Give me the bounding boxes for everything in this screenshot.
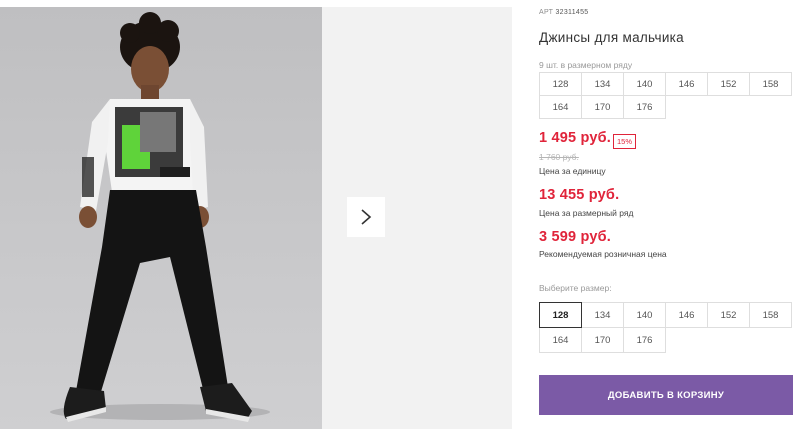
retail-price: 3 599 руб.: [539, 229, 612, 245]
size-range-cell: 176: [623, 95, 666, 119]
size-option[interactable]: 158: [749, 302, 792, 328]
product-title: Джинсы для мальчика: [539, 30, 684, 45]
size-range-row: 128 134 140 146 152 158: [539, 72, 797, 96]
size-range-cell: 134: [581, 72, 624, 96]
chevron-right-icon: [361, 209, 372, 225]
size-picker: 128 134 140 146 152 158 164 170 176: [539, 302, 797, 353]
article-number: АРТ 32311455: [539, 9, 588, 16]
size-picker-row: 128 134 140 146 152 158: [539, 302, 797, 328]
size-range-label: 9 шт. в размерном ряду: [539, 60, 633, 70]
product-gallery: [0, 0, 512, 429]
article-label: АРТ: [539, 9, 554, 16]
gallery-next-button[interactable]: [347, 197, 385, 237]
size-picker-row: 164 170 176: [539, 327, 797, 353]
size-range-cell: 140: [623, 72, 666, 96]
size-range-cell: 164: [539, 95, 582, 119]
boy-in-jeans-image: [50, 12, 270, 422]
size-range-grid: 128 134 140 146 152 158 164 170 176: [539, 72, 797, 119]
size-range-cell: 158: [749, 72, 792, 96]
size-option-selected[interactable]: 128: [539, 302, 582, 328]
size-option[interactable]: 140: [623, 302, 666, 328]
size-range-row: 164 170 176: [539, 95, 797, 119]
size-option[interactable]: 134: [581, 302, 624, 328]
old-price: 1 760 руб.: [539, 152, 579, 162]
size-range-cell: 170: [581, 95, 624, 119]
range-price-label: Цена за размерный ряд: [539, 208, 634, 218]
size-option[interactable]: 164: [539, 327, 582, 353]
unit-price: 1 495 руб.: [539, 130, 612, 146]
product-photo[interactable]: [0, 7, 322, 429]
discount-badge: 15%: [613, 134, 636, 149]
size-range-cell: 152: [707, 72, 750, 96]
choose-size-label: Выберите размер:: [539, 283, 612, 293]
size-option[interactable]: 152: [707, 302, 750, 328]
size-range-cell: 128: [539, 72, 582, 96]
size-option[interactable]: 146: [665, 302, 708, 328]
size-option[interactable]: 176: [623, 327, 666, 353]
unit-price-label: Цена за единицу: [539, 166, 606, 176]
range-price: 13 455 руб.: [539, 187, 620, 203]
retail-price-label: Рекомендуемая розничная цена: [539, 249, 667, 259]
size-range-cell: 146: [665, 72, 708, 96]
size-option[interactable]: 170: [581, 327, 624, 353]
article-value: 32311455: [555, 9, 589, 16]
add-to-cart-button[interactable]: ДОБАВИТЬ В КОРЗИНУ: [539, 375, 793, 415]
